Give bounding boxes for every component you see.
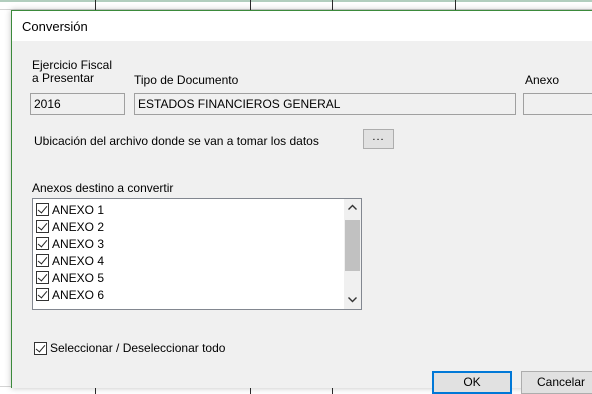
annex-label: Anexo <box>525 73 560 87</box>
list-item-label: ANEXO 3 <box>52 236 105 251</box>
fiscal-year-label-line2: a Presentar <box>32 71 95 85</box>
list-item[interactable]: ANEXO 1 <box>36 201 104 218</box>
checkbox-checked[interactable] <box>36 254 49 267</box>
chevron-up-icon[interactable] <box>344 199 361 216</box>
select-all-checkbox[interactable] <box>34 341 47 355</box>
fiscal-year-label-line1: Ejercicio Fiscal <box>32 58 113 72</box>
background-column-line <box>250 0 251 10</box>
list-item[interactable]: ANEXO 6 <box>36 286 104 303</box>
background-column-line <box>455 0 456 10</box>
annex-field[interactable] <box>523 93 592 115</box>
cancel-button[interactable]: Cancelar <box>521 371 592 394</box>
list-item[interactable]: ANEXO 2 <box>36 218 104 235</box>
doc-type-field[interactable]: ESTADOS FINANCIEROS GENERAL <box>134 93 516 115</box>
checkbox-checked[interactable] <box>36 288 49 301</box>
select-all-label: Seleccionar / Deseleccionar todo <box>50 341 226 355</box>
background-column-line <box>95 387 96 394</box>
list-item-label: ANEXO 2 <box>52 219 105 234</box>
list-item-label: ANEXO 6 <box>52 287 105 302</box>
background-column-line <box>250 387 251 394</box>
dialog-title: Conversión <box>22 19 88 34</box>
background-column-line <box>332 387 333 394</box>
checkbox-checked[interactable] <box>36 237 49 250</box>
browse-button[interactable]: ... <box>363 129 394 149</box>
list-item[interactable]: ANEXO 3 <box>36 235 104 252</box>
annexes-label: Anexos destino a convertir <box>32 181 174 195</box>
scroll-thumb[interactable] <box>345 220 360 271</box>
dialog-titlebar[interactable]: Conversión <box>12 11 592 41</box>
listbox-scrollbar[interactable] <box>344 199 361 309</box>
chevron-down-icon[interactable] <box>344 292 361 309</box>
list-item-label: ANEXO 5 <box>52 270 105 285</box>
checkbox-checked[interactable] <box>36 203 49 216</box>
doc-type-label: Tipo de Documento <box>134 73 239 87</box>
background-column-line <box>95 0 96 10</box>
select-all-toggle[interactable]: Seleccionar / Deseleccionar todo <box>34 340 225 356</box>
fiscal-year-field[interactable]: 2016 <box>30 93 125 115</box>
list-item[interactable]: ANEXO 4 <box>36 252 104 269</box>
list-item-label: ANEXO 1 <box>52 202 105 217</box>
list-item[interactable]: ANEXO 5 <box>36 269 104 286</box>
background-column-line <box>332 0 333 10</box>
annexes-listbox[interactable]: ANEXO 1 ANEXO 2 ANEXO 3 ANEXO 4 ANEXO 5 … <box>32 198 362 310</box>
list-item-label: ANEXO 4 <box>52 253 105 268</box>
file-location-label: Ubicación del archivo donde se van a tom… <box>34 134 319 148</box>
checkbox-checked[interactable] <box>36 220 49 233</box>
background-ribbon-edge <box>0 0 592 2</box>
conversion-dialog: Conversión Ejercicio Fiscal a Presentar … <box>11 10 592 394</box>
background-spreadsheet-left <box>0 10 11 394</box>
checkbox-checked[interactable] <box>36 271 49 284</box>
ok-button[interactable]: OK <box>432 371 512 394</box>
